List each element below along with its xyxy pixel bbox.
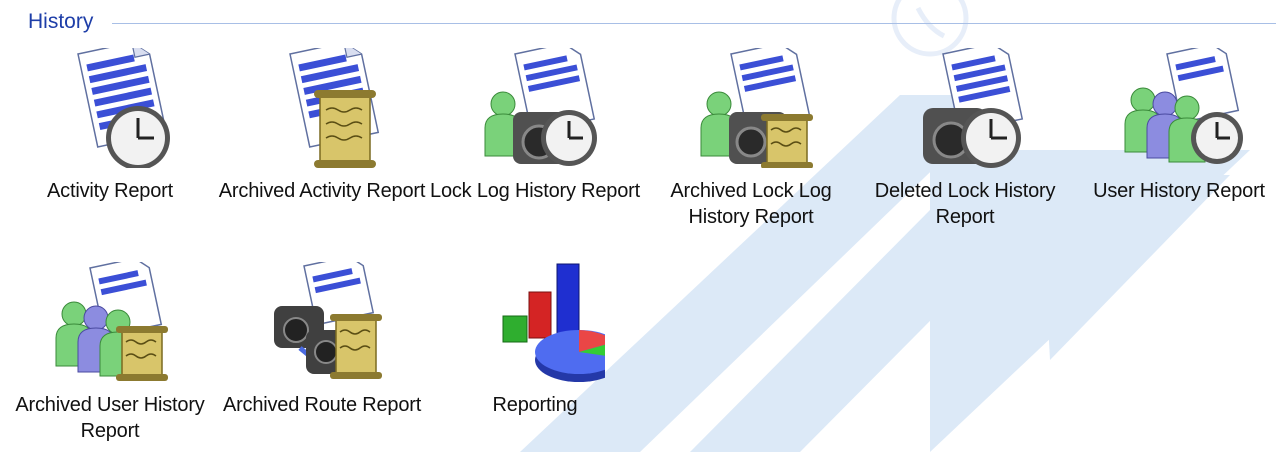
tile-label: Deleted Lock History Report	[874, 180, 1056, 228]
report-grid: Activity Report Archived Activity Report…	[0, 0, 1276, 452]
tile-label: Reporting	[492, 394, 578, 416]
tile-deleted-lock-history-report[interactable]: Deleted Lock History Report	[860, 48, 1070, 260]
tile-reporting[interactable]: Reporting	[430, 262, 640, 474]
tile-archived-activity-report[interactable]: Archived Activity Report	[217, 48, 427, 260]
tile-archived-user-history-report[interactable]: Archived User History Report	[5, 262, 215, 474]
tile-user-history-report[interactable]: User History Report	[1074, 48, 1276, 260]
tile-label: Archived User History Report	[15, 394, 205, 442]
user-lock-clock-icon	[465, 48, 605, 168]
tile-label: Activity Report	[47, 180, 173, 202]
bar-pie-chart-icon	[465, 262, 605, 382]
tile-archived-route-report[interactable]: Archived Route Report	[217, 262, 427, 474]
tile-activity-report[interactable]: Activity Report	[5, 48, 215, 260]
user-lock-scroll-icon	[681, 48, 821, 168]
tile-label: Lock Log History Report	[430, 180, 640, 202]
tile-label: Archived Activity Report	[218, 180, 426, 202]
document-scroll-icon	[252, 48, 392, 168]
users-scroll-icon	[40, 262, 180, 382]
route-scroll-icon	[252, 262, 392, 382]
tile-archived-lock-log-history-report[interactable]: Archived Lock Log History Report	[646, 48, 856, 260]
tile-label: Archived Lock Log History Report	[670, 180, 832, 228]
users-clock-icon	[1109, 48, 1249, 168]
tile-label: User History Report	[1093, 180, 1265, 202]
document-clock-icon	[40, 48, 180, 168]
lock-clock-icon	[895, 48, 1035, 168]
tile-label: Archived Route Report	[222, 394, 422, 416]
tile-lock-log-history-report[interactable]: Lock Log History Report	[430, 48, 640, 260]
